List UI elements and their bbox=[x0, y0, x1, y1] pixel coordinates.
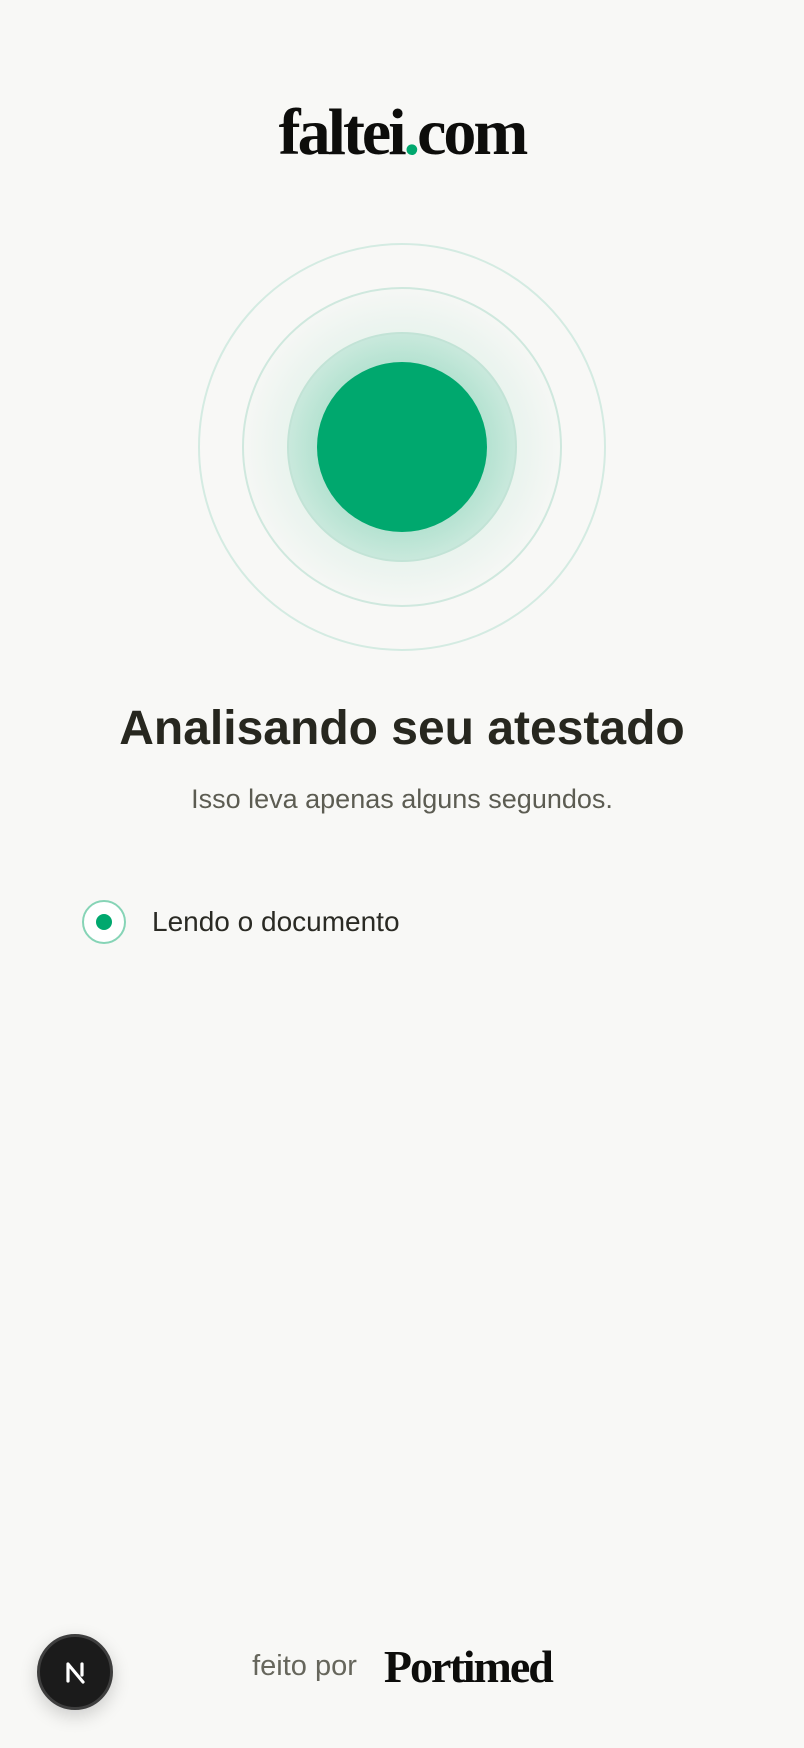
footer-company-logo: Portimed bbox=[383, 1641, 554, 1692]
nextjs-icon bbox=[66, 1662, 85, 1684]
status-title: Analisando seu atestado bbox=[119, 702, 685, 755]
pulse-core bbox=[317, 362, 487, 532]
footer-made-by: feito por bbox=[252, 1650, 357, 1682]
status-subtitle: Isso leva apenas alguns segundos. bbox=[191, 784, 613, 814]
logo-dot: . bbox=[403, 96, 420, 169]
step-active-indicator-icon bbox=[82, 900, 126, 944]
step-label: Lendo o documento bbox=[152, 906, 400, 937]
loading-pulse-indicator bbox=[198, 243, 606, 651]
progress-step: Lendo o documento bbox=[82, 900, 400, 944]
nextjs-dev-tools-button[interactable] bbox=[37, 1634, 113, 1710]
step-indicator-dot bbox=[96, 914, 112, 930]
logo-name: faltei bbox=[278, 96, 407, 169]
app-logo: faltei.com bbox=[0, 100, 804, 166]
logo-tld: com bbox=[417, 96, 528, 169]
footer: feito por Portimed bbox=[0, 1640, 804, 1693]
